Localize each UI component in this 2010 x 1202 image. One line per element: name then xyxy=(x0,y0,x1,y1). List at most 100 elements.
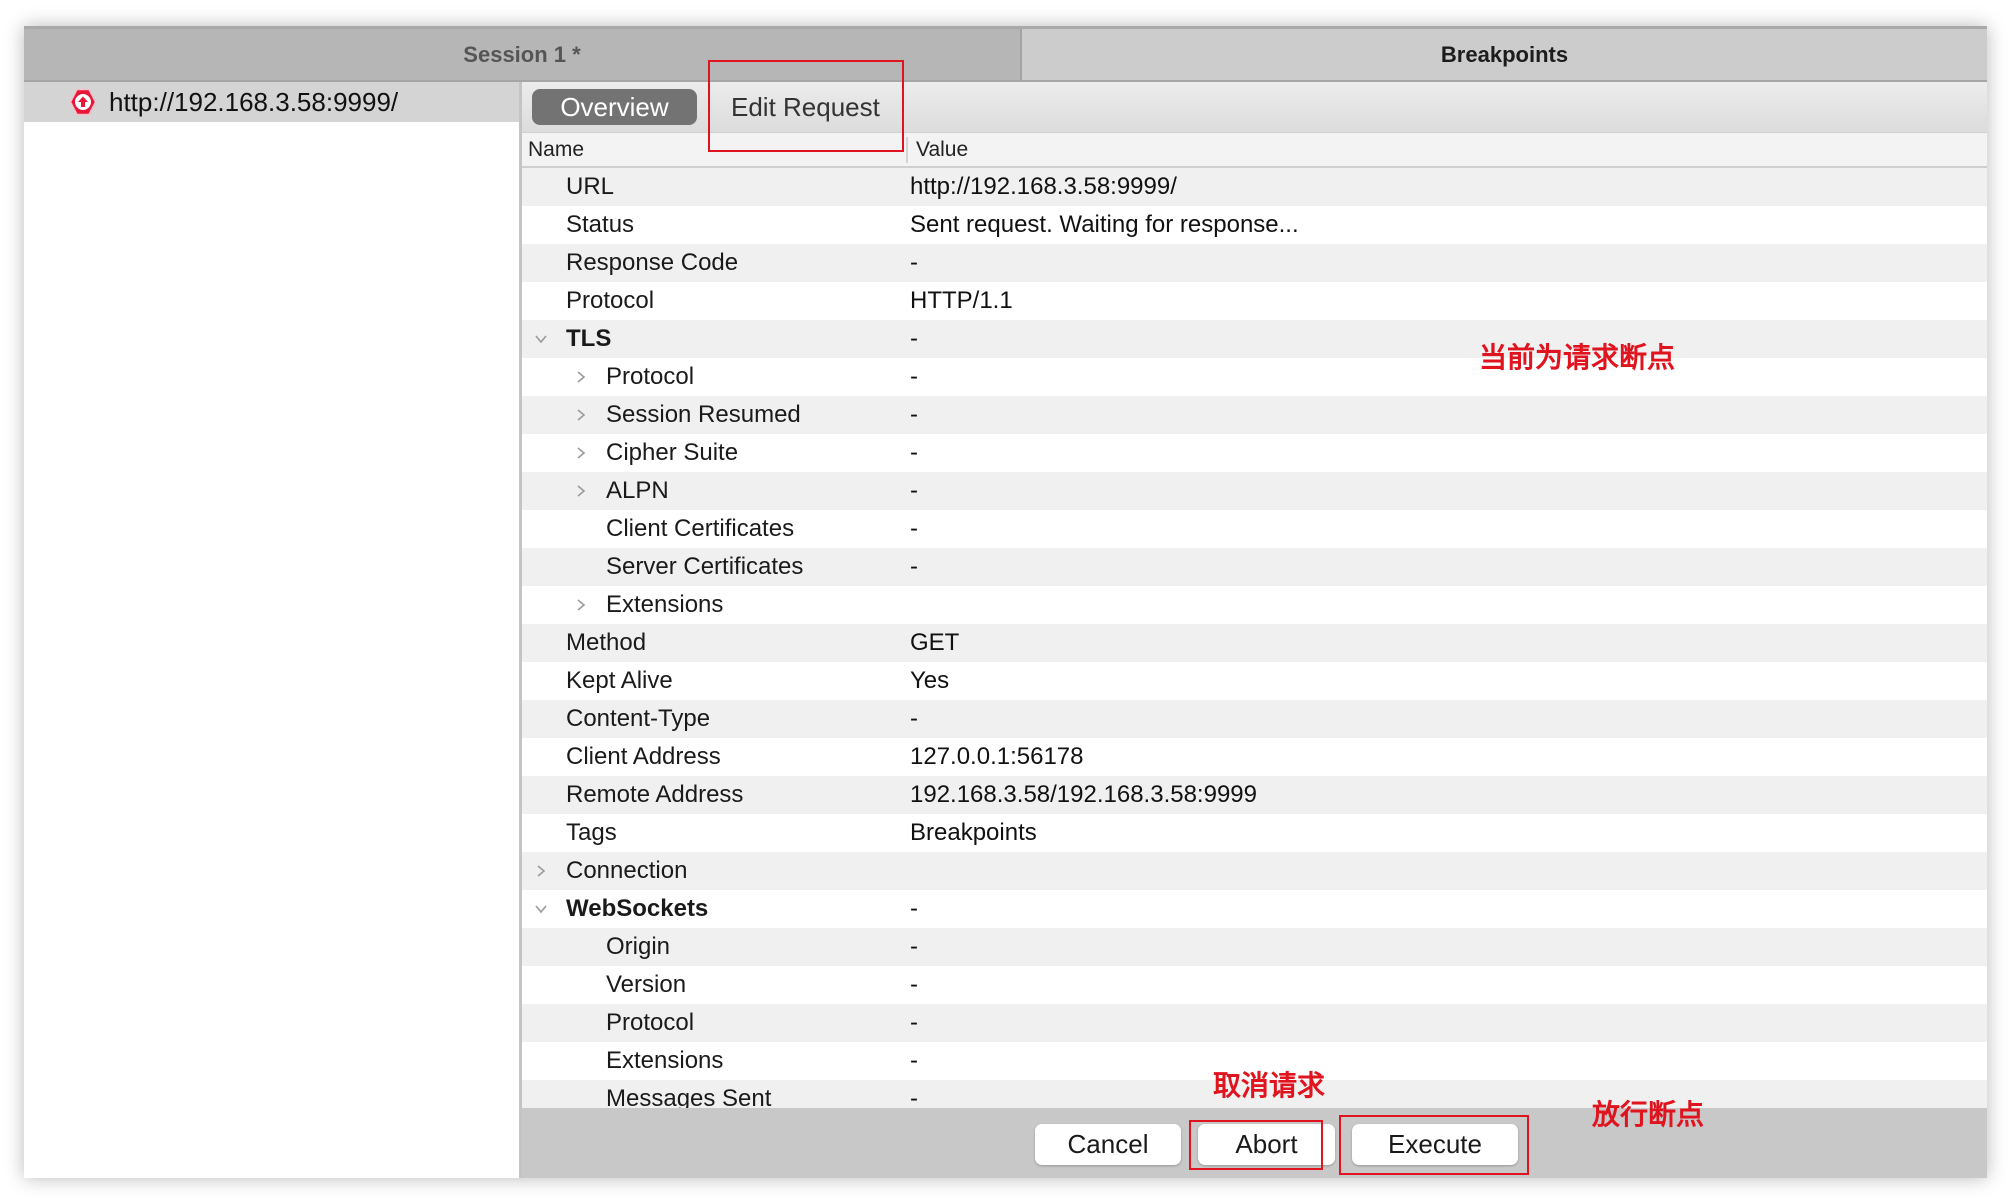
row-name-cell: Content-Type xyxy=(522,705,910,733)
table-row[interactable]: Extensions xyxy=(522,586,1987,624)
row-value-cell: - xyxy=(910,401,918,428)
row-name-cell: Version xyxy=(522,971,910,999)
row-name-cell: Protocol xyxy=(522,287,910,315)
breakpoint-action-bar: Cancel Abort Execute xyxy=(522,1108,1987,1178)
table-row[interactable]: Method GET xyxy=(522,624,1987,662)
table-row[interactable]: Connection xyxy=(522,852,1987,890)
table-row[interactable]: Protocol HTTP/1.1 xyxy=(522,282,1987,320)
row-value-cell: - xyxy=(910,363,918,390)
column-header-value[interactable]: Value xyxy=(906,136,968,163)
table-row[interactable]: Client Address 127.0.0.1:56178 xyxy=(522,738,1987,776)
row-value-cell: - xyxy=(910,895,918,922)
table-row[interactable]: ALPN - xyxy=(522,472,1987,510)
annotation-execute: 放行断点 xyxy=(1592,1098,1705,1131)
row-value-cell: - xyxy=(910,325,918,352)
row-name-label: Content-Type xyxy=(566,705,711,732)
chevron-right-icon[interactable] xyxy=(534,864,548,878)
row-name-label: Protocol xyxy=(566,287,655,314)
row-name-label: Extensions xyxy=(606,1047,724,1074)
row-name-cell: Extensions xyxy=(522,591,910,619)
list-item-request[interactable]: http://192.168.3.58:9999/ xyxy=(24,82,519,122)
row-name-label: Client Address xyxy=(566,743,721,770)
row-value-cell: - xyxy=(910,515,918,542)
table-row[interactable]: Status Sent request. Waiting for response… xyxy=(522,206,1987,244)
table-row[interactable]: Cipher Suite - xyxy=(522,434,1987,472)
table-row[interactable]: Session Resumed - xyxy=(522,396,1987,434)
table-row[interactable]: Origin - xyxy=(522,928,1987,966)
row-value-cell: Yes xyxy=(910,667,950,694)
row-value-cell: Breakpoints xyxy=(910,819,1037,846)
row-name-cell: Protocol xyxy=(522,363,910,391)
annotation-abort: 取消请求 xyxy=(1213,1069,1326,1102)
row-value-cell: - xyxy=(910,553,918,580)
chevron-right-icon[interactable] xyxy=(574,484,588,498)
table-row[interactable]: Content-Type - xyxy=(522,700,1987,738)
execute-button[interactable]: Execute xyxy=(1352,1124,1518,1165)
table-row[interactable]: Response Code - xyxy=(522,244,1987,282)
row-name-label: WebSockets xyxy=(566,895,709,922)
row-name-cell: Response Code xyxy=(522,249,910,277)
row-value-cell: - xyxy=(910,1047,918,1074)
row-name-label: Protocol xyxy=(606,1009,695,1036)
request-url-label: http://192.168.3.58:9999/ xyxy=(109,86,399,117)
tab-breakpoints[interactable]: Breakpoints xyxy=(1022,29,1987,80)
row-name-cell: Client Address xyxy=(522,743,910,771)
row-name-label: Remote Address xyxy=(566,781,744,808)
detail-tab-bar: Overview Edit Request xyxy=(522,82,1987,133)
row-name-label: URL xyxy=(566,173,615,200)
breakpoint-request-list: http://192.168.3.58:9999/ xyxy=(24,82,522,1178)
tab-session-1[interactable]: Session 1 * xyxy=(24,29,1022,80)
row-name-label: Version xyxy=(606,971,687,998)
chevron-right-icon[interactable] xyxy=(574,446,588,460)
row-value-cell: 192.168.3.58/192.168.3.58:9999 xyxy=(910,781,1257,808)
chevron-down-icon[interactable] xyxy=(534,902,548,916)
table-row[interactable]: Protocol - xyxy=(522,1004,1987,1042)
table-row[interactable]: Remote Address 192.168.3.58/192.168.3.58:… xyxy=(522,776,1987,814)
row-name-label: Response Code xyxy=(566,249,739,276)
row-name-cell: Server Certificates xyxy=(522,553,910,581)
row-name-cell: Session Resumed xyxy=(522,401,910,429)
row-value-cell: http://192.168.3.58:9999/ xyxy=(910,173,1177,200)
tab-overview[interactable]: Overview xyxy=(532,89,697,125)
row-name-cell: Protocol xyxy=(522,1009,910,1037)
table-row[interactable]: Version - xyxy=(522,966,1987,1004)
row-value-cell: - xyxy=(910,705,918,732)
row-name-label: Cipher Suite xyxy=(606,439,739,466)
abort-button[interactable]: Abort xyxy=(1198,1124,1335,1165)
row-name-label: Session Resumed xyxy=(606,401,801,428)
table-row[interactable]: Protocol - xyxy=(522,358,1987,396)
overview-table: URL http://192.168.3.58:9999/Status Sent r… xyxy=(522,168,1987,1134)
table-row[interactable]: URL http://192.168.3.58:9999/ xyxy=(522,168,1987,206)
row-name-cell: WebSockets xyxy=(522,895,910,923)
table-row[interactable]: Server Certificates - xyxy=(522,548,1987,586)
row-name-cell: Client Certificates xyxy=(522,515,910,543)
cancel-button[interactable]: Cancel xyxy=(1035,1124,1181,1165)
tab-edit-request[interactable]: Edit Request xyxy=(703,89,908,125)
request-detail-pane: Overview Edit Request Name Value URL http… xyxy=(522,82,1987,1178)
row-name-cell: URL xyxy=(522,173,910,201)
row-name-label: Extensions xyxy=(606,591,724,618)
row-name-label: ALPN xyxy=(606,477,669,504)
row-name-cell: ALPN xyxy=(522,477,910,505)
row-name-label: Client Certificates xyxy=(606,515,795,542)
table-row[interactable]: TLS - xyxy=(522,320,1987,358)
row-name-cell: TLS xyxy=(522,325,910,353)
row-name-cell: Kept Alive xyxy=(522,667,910,695)
row-name-label: Origin xyxy=(606,933,671,960)
chevron-down-icon[interactable] xyxy=(534,332,548,346)
table-row[interactable]: WebSockets - xyxy=(522,890,1987,928)
table-row[interactable]: Kept Alive Yes xyxy=(522,662,1987,700)
row-value-cell: - xyxy=(910,933,918,960)
chevron-right-icon[interactable] xyxy=(574,408,588,422)
chevron-right-icon[interactable] xyxy=(574,598,588,612)
column-header-name[interactable]: Name xyxy=(522,138,906,162)
row-name-cell: Cipher Suite xyxy=(522,439,910,467)
table-row[interactable]: Tags Breakpoints xyxy=(522,814,1987,852)
row-value-cell: - xyxy=(910,971,918,998)
row-name-label: Connection xyxy=(566,857,688,884)
row-value-cell: - xyxy=(910,249,918,276)
row-name-label: Kept Alive xyxy=(566,667,673,694)
chevron-right-icon[interactable] xyxy=(574,370,588,384)
row-value-cell: HTTP/1.1 xyxy=(910,287,1013,314)
table-row[interactable]: Client Certificates - xyxy=(522,510,1987,548)
